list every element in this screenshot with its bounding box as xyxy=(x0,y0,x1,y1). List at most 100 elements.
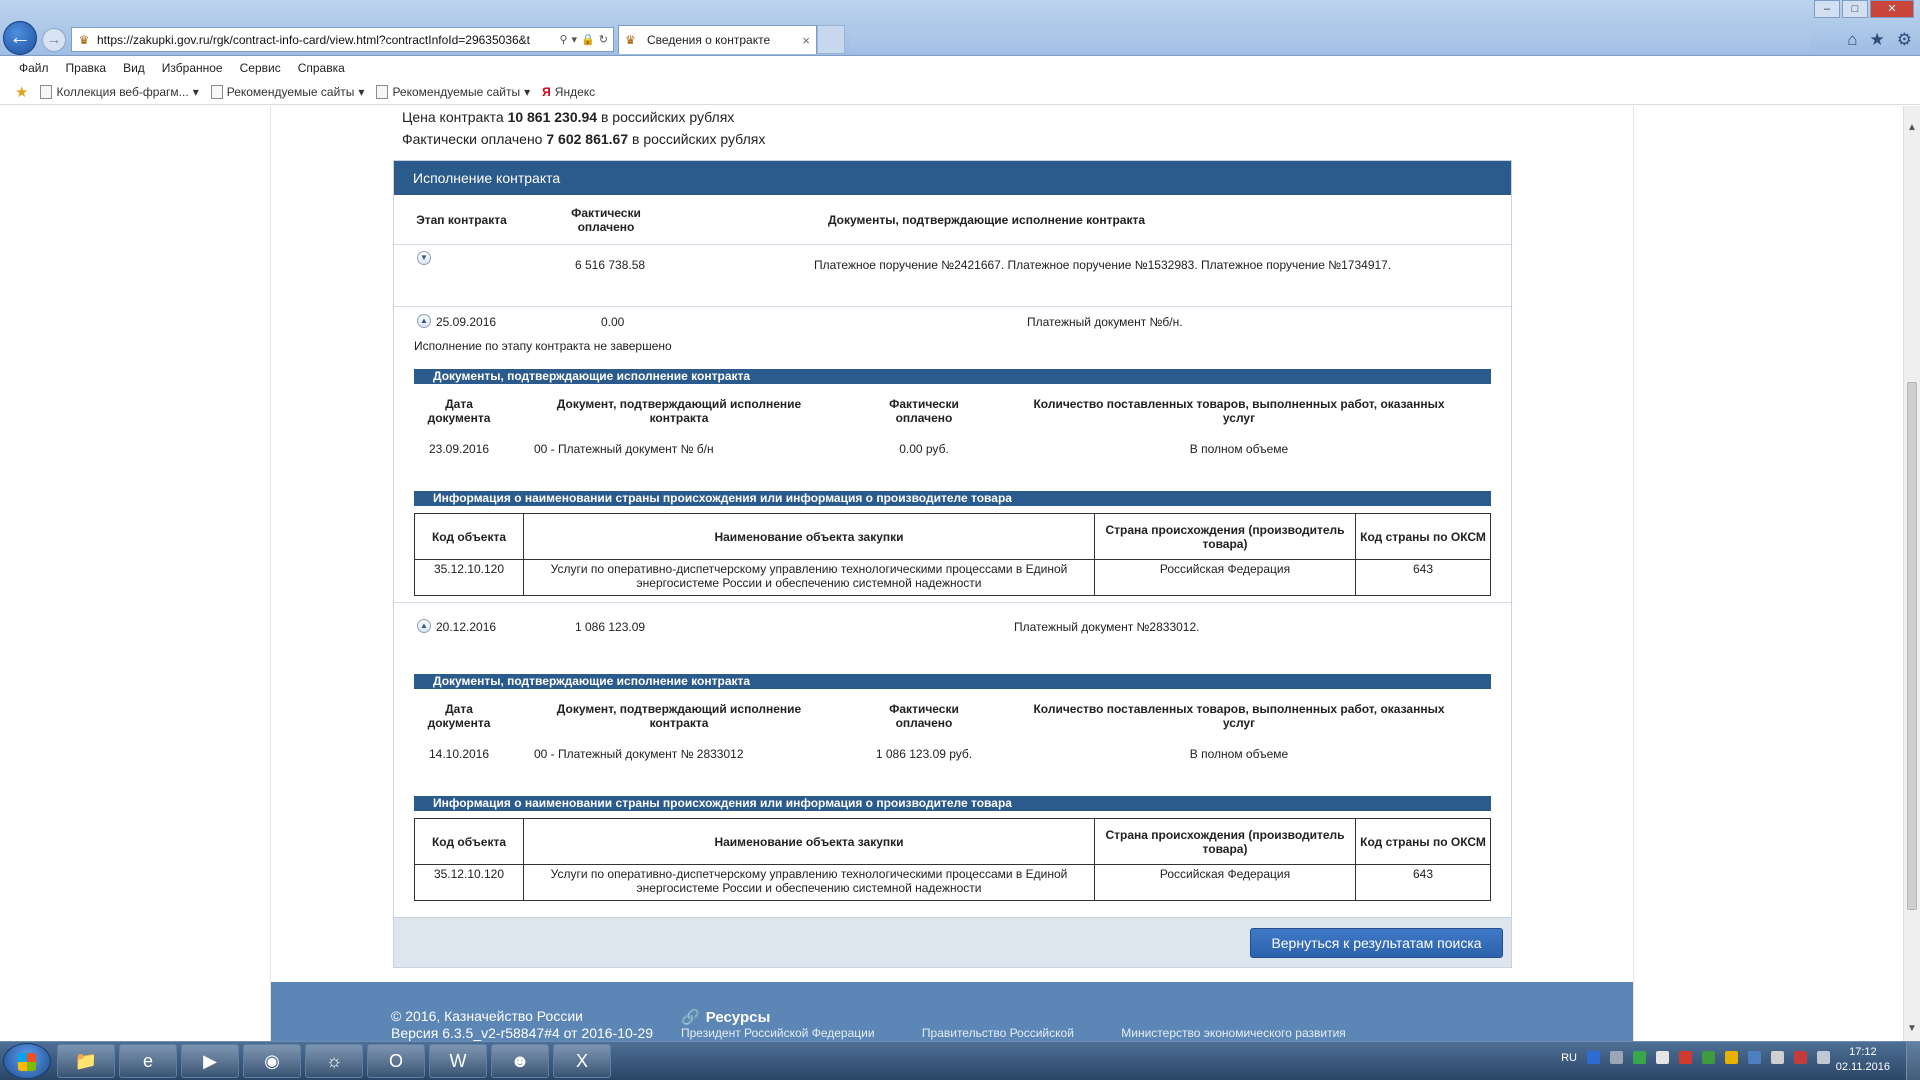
browser-titlebar: ← → ♛ https://zakupki.gov.ru/rgk/contrac… xyxy=(0,0,1920,56)
favorites-item-suggested-1[interactable]: Рекомендуемые сайты ▾ xyxy=(210,84,364,99)
outlook-icon: O xyxy=(388,1051,403,1071)
back-button[interactable]: ← xyxy=(3,21,37,55)
monitor-icon[interactable] xyxy=(1771,1051,1784,1064)
table-header-row: Код объекта Наименование объекта закупки… xyxy=(414,818,1491,865)
menu-bar: Файл Правка Вид Избранное Сервис Справка xyxy=(0,57,1920,79)
favorites-star-icon[interactable]: ★ xyxy=(1870,30,1885,50)
doc-date: 23.09.2016 xyxy=(428,442,490,456)
favorites-item-webslices[interactable]: Коллекция веб-фрагм... ▾ xyxy=(40,84,199,99)
taskbar-ie[interactable]: e xyxy=(119,1044,177,1078)
scroll-thumb[interactable] xyxy=(1907,382,1917,910)
chevron-down-icon: ▾ xyxy=(524,84,531,99)
address-bar[interactable]: ♛ https://zakupki.gov.ru/rgk/contract-in… xyxy=(71,27,614,52)
doc-header-doc: Документ, подтверждающий исполнение конт… xyxy=(556,397,802,425)
lock-icon[interactable]: 🔒 xyxy=(581,33,595,46)
menu-tools[interactable]: Сервис xyxy=(240,61,281,75)
contract-paid-value: 7 602 861.67 xyxy=(546,131,629,147)
stage2-docs-grid: Дата документа Документ, подтверждающий … xyxy=(414,696,1491,776)
page-scrollbar[interactable]: ▲ ▼ xyxy=(1903,106,1920,1041)
refresh-icon[interactable]: ↻ xyxy=(599,33,608,46)
taskbar-clock[interactable]: 17:12 02.11.2016 xyxy=(1836,1045,1890,1075)
table-header-row: Код объекта Наименование объекта закупки… xyxy=(414,513,1491,560)
forward-button[interactable]: → xyxy=(42,28,66,52)
menu-favorites[interactable]: Избранное xyxy=(162,61,223,75)
menu-help[interactable]: Справка xyxy=(298,61,345,75)
taskbar-user-app[interactable]: ☻ xyxy=(491,1044,549,1078)
flag-icon[interactable] xyxy=(1794,1051,1807,1064)
tab-contract-info[interactable]: ♛ Сведения о контракте × xyxy=(618,25,817,54)
footer-copyright: © 2016, Казначейство России xyxy=(391,1008,583,1024)
origin-header-name: Наименование объекта закупки xyxy=(523,818,1095,865)
stage-paid: 0.00 xyxy=(601,315,625,329)
taskbar-chrome[interactable]: ◉ xyxy=(243,1044,301,1078)
add-favorite-icon[interactable]: ★ xyxy=(15,83,28,101)
stage-date: 25.09.2016 xyxy=(436,315,497,329)
menu-view[interactable]: Вид xyxy=(123,61,145,75)
origin-header-code: Код объекта xyxy=(414,513,524,560)
update-icon[interactable] xyxy=(1748,1051,1761,1064)
back-to-search-button[interactable]: Вернуться к результатам поиска xyxy=(1250,928,1503,958)
doc-paid: 1 086 123.09 руб. xyxy=(875,747,973,761)
origin-header-okcm: Код страны по ОКСМ xyxy=(1355,513,1491,560)
taskbar-firefox[interactable]: ☼ xyxy=(305,1044,363,1078)
page-container: Цена контракта 10 861 230.94 в российски… xyxy=(271,106,1633,1041)
stage1-origin-section-title: Информация о наименовании страны происхо… xyxy=(414,491,1491,506)
maximize-icon[interactable]: □ xyxy=(1842,0,1868,18)
background-tabs[interactable] xyxy=(850,28,1810,52)
origin-code: 35.12.10.120 xyxy=(414,559,524,596)
footer-link-ministry[interactable]: Министерство экономического развития xyxy=(1121,1026,1346,1040)
taskbar-outlook[interactable]: O xyxy=(367,1044,425,1078)
address-url[interactable]: https://zakupki.gov.ru/rgk/contract-info… xyxy=(97,33,554,47)
origin-header-code: Код объекта xyxy=(414,818,524,865)
close-window-icon[interactable]: ✕ xyxy=(1870,0,1914,18)
network-icon[interactable] xyxy=(1633,1051,1646,1064)
taskbar-media[interactable]: ▶ xyxy=(181,1044,239,1078)
taskbar-word[interactable]: W xyxy=(429,1044,487,1078)
menu-edit[interactable]: Правка xyxy=(66,61,107,75)
tab-close-icon[interactable]: × xyxy=(802,33,810,48)
taskbar-excel[interactable]: X xyxy=(553,1044,611,1078)
yandex-icon: Я xyxy=(542,84,551,99)
search-icon[interactable]: ⚲ xyxy=(559,33,567,46)
show-desktop-button[interactable] xyxy=(1906,1042,1920,1080)
scroll-up-icon[interactable]: ▲ xyxy=(1904,120,1920,136)
doc-name: 00 - Платежный документ № 2833012 xyxy=(534,747,744,761)
favorites-item-yandex[interactable]: Я Яндекс xyxy=(542,85,595,99)
new-tab-button[interactable] xyxy=(817,25,845,54)
taskbar-explorer[interactable]: 📁 xyxy=(57,1044,115,1078)
language-indicator[interactable]: RU xyxy=(1561,1052,1577,1064)
antivirus-icon[interactable] xyxy=(1679,1051,1692,1064)
chevron-down-icon[interactable]: ▾ xyxy=(572,33,578,46)
menu-file[interactable]: Файл xyxy=(19,61,49,75)
gear-icon[interactable]: ⚙ xyxy=(1897,30,1912,50)
home-icon[interactable]: ⌂ xyxy=(1847,30,1857,50)
col-header-paid: Фактически оплачено xyxy=(571,206,641,234)
vpn-icon[interactable] xyxy=(1702,1051,1715,1064)
device-icon[interactable] xyxy=(1656,1051,1669,1064)
user-app-icon: ☻ xyxy=(510,1051,530,1071)
footer-link-president[interactable]: Президент Российской Федерации xyxy=(681,1026,875,1040)
minimize-icon[interactable]: – xyxy=(1814,0,1840,18)
volume-icon[interactable] xyxy=(1817,1051,1830,1064)
footer-resources-title: Ресурсы xyxy=(705,1009,771,1026)
start-button[interactable] xyxy=(3,1043,51,1079)
page-viewport: Цена контракта 10 861 230.94 в российски… xyxy=(0,106,1903,1041)
collapse-toggle-icon[interactable]: ▲ xyxy=(417,619,431,633)
footer-link-government[interactable]: Правительство Российской xyxy=(922,1026,1074,1040)
firefox-icon: ☼ xyxy=(325,1051,343,1071)
expand-toggle-icon[interactable]: ▼ xyxy=(417,251,431,265)
contract-price-line: Цена контракта 10 861 230.94 в российски… xyxy=(402,109,735,125)
execution-title: Исполнение контракта xyxy=(394,161,1511,195)
windows-taskbar: 📁 e ▶ ◉ ☼ O W ☻ X RU 17:12 02.11.2016 xyxy=(0,1041,1920,1080)
help-icon[interactable] xyxy=(1587,1051,1600,1064)
doc-header-date: Дата документа xyxy=(427,397,491,425)
scroll-down-icon[interactable]: ▼ xyxy=(1904,1021,1920,1037)
office-icon[interactable] xyxy=(1725,1051,1738,1064)
contract-execution-card: Исполнение контракта Этап контракта Факт… xyxy=(393,160,1512,968)
favorites-item-suggested-2[interactable]: Рекомендуемые сайты ▾ xyxy=(376,84,531,99)
stage2-docs-section-title: Документы, подтверждающие исполнение кон… xyxy=(414,674,1491,689)
collapse-toggle-icon[interactable]: ▲ xyxy=(417,314,431,328)
favorites-bar: ★ Коллекция веб-фрагм... ▾ Рекомендуемые… xyxy=(0,79,1920,105)
chrome-icon: ◉ xyxy=(264,1051,280,1071)
tray-arrow-icon[interactable] xyxy=(1610,1051,1623,1064)
